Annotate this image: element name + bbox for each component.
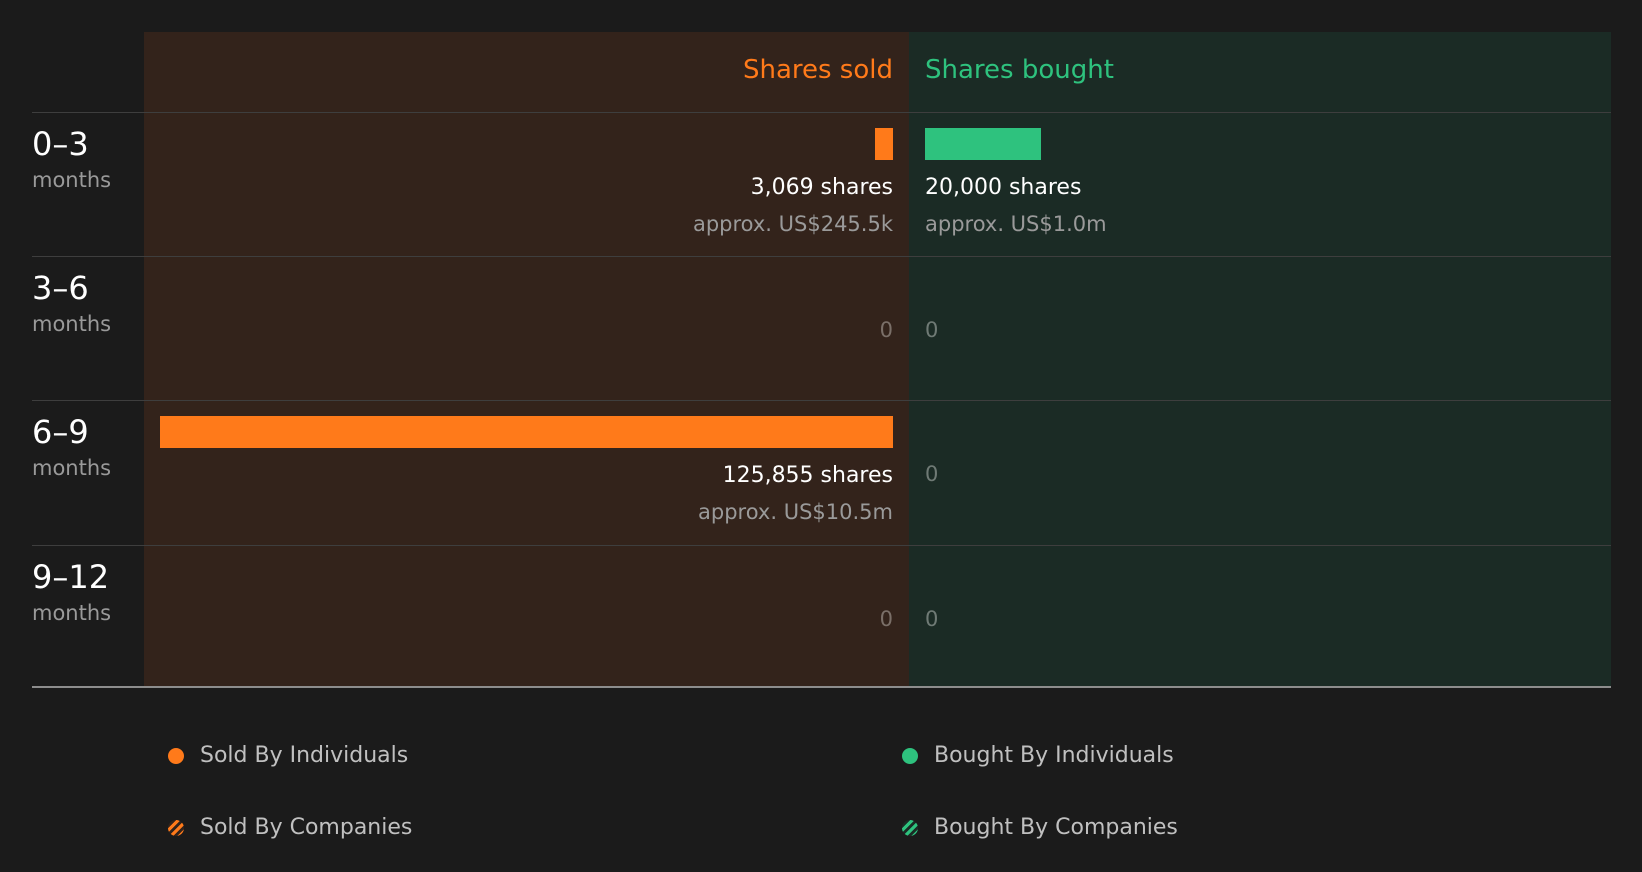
legend-item-sold-companies: Sold By Companies [168,814,412,842]
row-label: 0–3 months [32,124,111,194]
bought-zero-label: 0 [925,318,939,342]
row-range: 6–9 [32,413,89,451]
bought-zero-label: 0 [925,607,939,631]
row-label: 9–12 months [32,557,111,627]
row-divider [32,256,1611,257]
row-range: 0–3 [32,125,89,163]
sold-bar [160,416,893,448]
sold-value-label: 3,069 shares approx. US$245.5k [693,174,893,238]
sold-bar [875,128,893,160]
row-divider [32,545,1611,546]
sold-shares-label: 3,069 shares [750,175,893,200]
legend-swatch [902,748,918,764]
row-label: 3–6 months [32,268,111,338]
row-unit: months [32,601,112,625]
legend-swatch [902,820,918,836]
insider-trading-chart: Shares sold Shares bought 0–3 months 3,069… [0,0,1642,872]
legend-label: Bought By Individuals [934,743,1174,768]
bought-value-label: 20,000 shares approx. US$1.0m [925,174,1107,238]
row-unit: months [32,312,112,336]
sold-zero-label: 0 [879,318,893,342]
bought-shares-label: 20,000 shares [925,175,1082,200]
sold-panel-background [144,32,909,687]
legend-item-sold-individuals: Sold By Individuals [168,742,408,770]
sold-value-label: 125,855 shares approx. US$10.5m [698,462,893,526]
row-unit: months [32,456,112,480]
sold-approx-value: approx. US$10.5m [698,500,893,524]
legend-swatch [168,820,184,836]
row-unit: months [32,168,112,192]
legend-item-bought-companies: Bought By Companies [902,814,1178,842]
shares-sold-header: Shares sold [742,55,893,85]
baseline-axis [32,686,1611,688]
legend-item-bought-individuals: Bought By Individuals [902,742,1174,770]
legend-label: Bought By Companies [934,815,1178,840]
legend-label: Sold By Companies [200,815,413,840]
row-divider [32,112,1611,113]
row-label: 6–9 months [32,412,111,482]
sold-approx-value: approx. US$245.5k [692,212,893,236]
row-range: 3–6 [32,269,89,307]
shares-bought-header: Shares bought [925,55,1114,85]
bought-bar [925,128,1042,160]
bought-zero-label: 0 [925,462,939,486]
row-range: 9–12 [32,558,110,596]
sold-zero-label: 0 [879,607,893,631]
legend-label: Sold By Individuals [200,743,409,768]
bought-approx-value: approx. US$1.0m [925,212,1107,236]
sold-shares-label: 125,855 shares [722,463,893,488]
legend-swatch [168,748,184,764]
row-divider [32,400,1611,401]
